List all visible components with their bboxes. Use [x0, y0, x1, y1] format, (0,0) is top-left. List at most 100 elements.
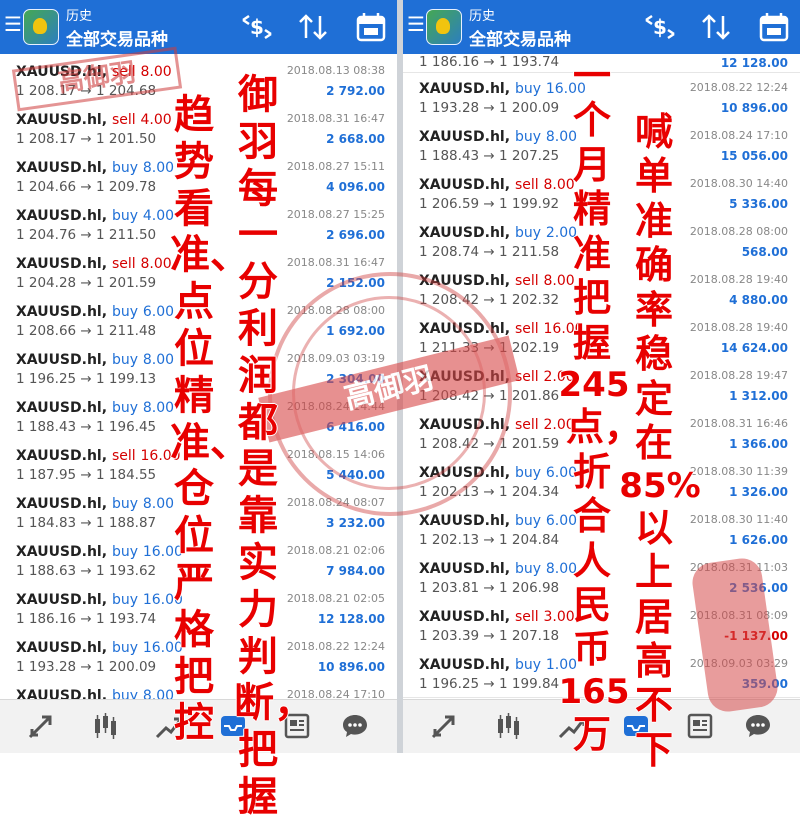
trade-profit: 1 326.00: [729, 485, 788, 499]
overlay-accuracy-percent: 85%: [619, 465, 701, 506]
trade-side: buy: [111, 400, 138, 416]
trade-side: buy: [111, 544, 138, 560]
trade-prices: 1 202.13 → 1 204.84: [419, 532, 560, 548]
app-header: ☰ 历史 全部交易品种 $: [403, 0, 800, 54]
chat-icon[interactable]: [340, 711, 370, 741]
trade-profit: 14 624.00: [720, 341, 788, 355]
currency-exchange-icon[interactable]: $: [643, 10, 677, 44]
open-price: 1 206.59: [419, 196, 480, 212]
trade-date: 2018.08.13 08:38: [286, 64, 385, 77]
trade-prices: 1 196.25 → 1 199.84: [419, 676, 560, 692]
trade-profit: 4 880.00: [729, 293, 788, 307]
trade-date: 2018.08.22 12:24: [286, 640, 385, 653]
close-price: 1 204.34: [499, 484, 560, 500]
trade-symbol: XAUUSD.hl, buy 4.00: [16, 208, 175, 224]
menu-icon[interactable]: ☰: [407, 14, 425, 34]
overlay-text-profit: 御羽每一分利润都是靠实力判断，把握: [234, 72, 314, 820]
trade-prices: 1 208.74 → 1 211.58: [419, 244, 560, 260]
trade-profit: 15 056.00: [720, 149, 788, 163]
trade-side: buy: [111, 496, 138, 512]
symbol-name: XAUUSD.hl: [16, 256, 102, 272]
trade-prices: 1 196.25 → 1 199.13: [16, 371, 157, 387]
candlestick-icon[interactable]: [90, 711, 120, 741]
svg-text:$: $: [250, 15, 264, 39]
trade-date: 2018.08.31 16:47: [286, 112, 385, 125]
app-logo-icon: [426, 9, 462, 45]
trade-date: 2018.08.27 15:11: [286, 160, 385, 173]
trade-profit: 4 096.00: [326, 180, 385, 194]
trade-prices: 1 204.76 → 1 211.50: [16, 227, 157, 243]
overlay-wan-char: 万: [572, 711, 611, 756]
trade-prices: 1 204.66 → 1 209.78: [16, 179, 157, 195]
close-price: 1 209.78: [96, 179, 157, 195]
trade-date: 2018.08.28 19:40: [689, 321, 788, 334]
open-price: 1 203.39: [419, 628, 480, 644]
trade-prices: 1 208.66 → 1 211.48: [16, 323, 157, 339]
symbol-name: XAUUSD.hl: [16, 304, 102, 320]
close-price: 1 202.32: [499, 292, 560, 308]
menu-icon[interactable]: ☰: [4, 14, 22, 34]
trade-side: buy: [514, 561, 541, 577]
open-price: 1 202.13: [419, 532, 480, 548]
sort-icon[interactable]: [699, 10, 733, 44]
header-title[interactable]: 全部交易品种: [469, 25, 571, 50]
trade-profit: 12 128.00: [720, 56, 788, 70]
trade-side: buy: [111, 640, 138, 656]
trade-profit: 2 668.00: [326, 132, 385, 146]
chat-icon[interactable]: [743, 711, 773, 741]
calendar-icon[interactable]: [354, 10, 388, 44]
header-title[interactable]: 全部交易品种: [66, 25, 168, 50]
overlay-accuracy-line: 喊单准确率稳定在: [634, 110, 673, 466]
overlay-points-line: 点，折合人民币: [566, 405, 643, 672]
news-icon[interactable]: [685, 711, 715, 741]
open-price: 1 193.28: [16, 659, 77, 675]
open-price: 1 188.43: [16, 419, 77, 435]
open-price: 1 203.81: [419, 580, 480, 596]
trade-arrows-icon[interactable]: [26, 711, 56, 741]
trade-side: buy: [514, 513, 541, 529]
trade-symbol: XAUUSD.hl, buy 6.00: [419, 513, 578, 529]
candlestick-icon[interactable]: [493, 711, 523, 741]
trade-date: 2018.08.28 19:40: [689, 273, 788, 286]
overlay-text-month: 一个月精准把握 245 点，折合人民币 165 万: [559, 54, 643, 756]
sort-icon[interactable]: [296, 10, 330, 44]
close-price: 1 211.48: [96, 323, 157, 339]
trade-date: 2018.08.31 16:47: [286, 256, 385, 269]
trade-side: sell: [514, 609, 539, 625]
trade-arrows-icon[interactable]: [429, 711, 459, 741]
header-subtitle: 历史: [66, 9, 93, 24]
symbol-name: XAUUSD.hl: [419, 177, 505, 193]
trade-side: buy: [111, 352, 138, 368]
symbol-name: XAUUSD.hl: [16, 544, 102, 560]
close-price: 1 204.84: [499, 532, 560, 548]
trade-date: 2018.08.21 02:05: [286, 592, 385, 605]
svg-text:$: $: [653, 15, 667, 39]
trade-symbol: XAUUSD.hl, buy 16.00: [16, 544, 183, 560]
trade-side: buy: [514, 129, 541, 145]
currency-exchange-icon[interactable]: $: [240, 10, 274, 44]
symbol-name: XAUUSD.hl: [419, 561, 505, 577]
trade-symbol: XAUUSD.hl, buy 8.00: [16, 496, 175, 512]
trade-lot: 4.00: [140, 112, 172, 128]
trade-side: sell: [514, 273, 539, 289]
trade-symbol: XAUUSD.hl, buy 16.00: [16, 592, 183, 608]
symbol-name: XAUUSD.hl: [16, 640, 102, 656]
trade-profit: 1 312.00: [729, 389, 788, 403]
open-price: 1 187.95: [16, 467, 77, 483]
trade-profit: 1 626.00: [729, 533, 788, 547]
symbol-name: XAUUSD.hl: [16, 496, 102, 512]
trade-prices: 1 203.81 → 1 206.98: [419, 580, 560, 596]
trade-profit: 10 896.00: [317, 660, 385, 674]
trade-date: 2018.08.28 19:47: [689, 369, 788, 382]
trade-date: 2018.08.21 02:06: [286, 544, 385, 557]
trade-prices: 1 184.83 → 1 188.87: [16, 515, 157, 531]
close-price: 1 199.92: [499, 196, 560, 212]
open-price: 1 208.66: [16, 323, 77, 339]
app-logo-icon: [23, 9, 59, 45]
open-price: 1 188.43: [419, 148, 480, 164]
close-price: 1 201.59: [96, 275, 157, 291]
calendar-icon[interactable]: [757, 10, 791, 44]
trade-side: buy: [514, 465, 541, 481]
trade-side: buy: [514, 657, 541, 673]
overlay-points-number: 245: [558, 365, 630, 406]
